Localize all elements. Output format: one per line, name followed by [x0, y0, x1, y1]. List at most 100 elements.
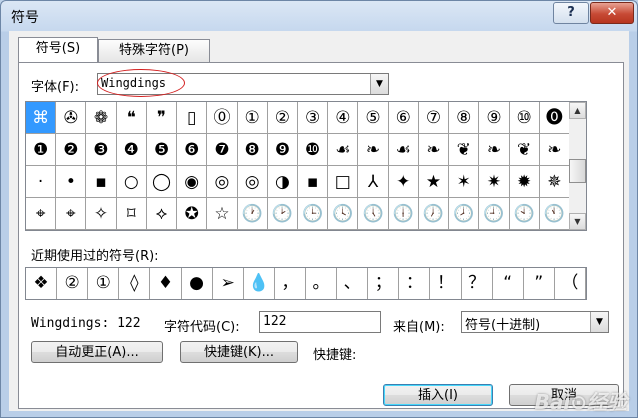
symbol-cell[interactable]: □	[328, 166, 359, 198]
symbol-cell[interactable]: ⌖	[56, 198, 87, 230]
symbol-cell[interactable]: ③	[298, 102, 329, 134]
recent-symbol-cell[interactable]: ◊	[119, 268, 151, 299]
symbol-cell[interactable]: ❧	[418, 134, 450, 166]
symbol-cell[interactable]: ⓿	[539, 102, 570, 134]
symbol-cell[interactable]: 🕒	[298, 198, 329, 230]
symbol-cell[interactable]: ④	[328, 102, 359, 134]
symbol-cell[interactable]: 🕖	[418, 198, 450, 230]
symbol-cell[interactable]: ☙	[388, 134, 419, 166]
symbol-cell[interactable]: ❦	[509, 134, 540, 166]
symbol-cell[interactable]: ◎	[207, 166, 238, 198]
symbol-cell[interactable]: ❷	[56, 134, 87, 166]
recent-symbol-cell[interactable]: ●	[182, 268, 213, 299]
recent-symbol-cell[interactable]: ！	[430, 268, 462, 299]
recent-symbol-cell[interactable]: ②	[57, 268, 89, 299]
symbol-cell[interactable]: •	[56, 166, 87, 198]
symbol-cell[interactable]: ◎	[237, 166, 268, 198]
recent-symbol-cell[interactable]: 💧	[244, 268, 275, 299]
close-button[interactable]: ✕	[590, 2, 634, 24]
symbol-cell[interactable]: ⅄	[358, 166, 389, 198]
from-dropdown-arrow-icon[interactable]: ▼	[590, 312, 608, 332]
symbol-cell[interactable]: ❧	[539, 134, 570, 166]
symbol-cell[interactable]: ✧	[86, 198, 117, 230]
symbol-cell[interactable]: ✪	[177, 198, 208, 230]
recent-symbol-cell[interactable]: ，	[275, 268, 306, 299]
shortcut-key-button[interactable]: 快捷键(K)...	[180, 341, 298, 363]
symbol-cell[interactable]: ❶	[26, 134, 57, 166]
symbol-cell[interactable]: ◯	[146, 166, 178, 198]
symbol-cell[interactable]: ⑧	[449, 102, 480, 134]
character-code-input[interactable]: 122	[259, 311, 381, 333]
tab-special-characters[interactable]: 特殊字符(P)	[98, 39, 210, 62]
symbol-cell[interactable]: ❺	[146, 134, 178, 166]
recent-symbol-cell[interactable]: （	[555, 268, 586, 299]
scroll-up-icon[interactable]: ▲	[569, 102, 586, 119]
recent-symbol-cell[interactable]: 、	[337, 268, 369, 299]
symbol-cell[interactable]: 🕙	[509, 198, 540, 230]
recent-symbol-cell[interactable]: ；	[368, 268, 400, 299]
symbol-cell[interactable]: ❸	[86, 134, 117, 166]
symbol-cell[interactable]: ☆	[207, 198, 238, 230]
symbol-cell[interactable]: ·	[26, 166, 57, 198]
symbol-cell[interactable]: 🕑	[267, 198, 298, 230]
symbol-cell[interactable]: ⑦	[418, 102, 450, 134]
symbol-cell[interactable]: ▪	[86, 166, 117, 198]
help-button[interactable]: ?	[553, 2, 589, 24]
symbol-cell[interactable]: ❧	[479, 134, 510, 166]
autocorrect-button[interactable]: 自动更正(A)...	[31, 341, 163, 363]
symbol-cell[interactable]: ⌑	[116, 198, 147, 230]
symbol-cell[interactable]: ▯	[177, 102, 208, 134]
symbol-grid-scrollbar[interactable]: ▲ ▼	[569, 101, 587, 231]
symbol-cell[interactable]: 🕘	[479, 198, 510, 230]
symbol-cell[interactable]: 🕓	[328, 198, 359, 230]
symbol-cell[interactable]: ✶	[449, 166, 480, 198]
recent-symbol-cell[interactable]: 。	[306, 268, 338, 299]
symbol-cell[interactable]: ⓪	[207, 102, 238, 134]
symbol-cell[interactable]: ❿	[298, 134, 329, 166]
scroll-thumb[interactable]	[569, 159, 586, 183]
symbol-cell[interactable]: ✇	[56, 102, 87, 134]
recent-symbol-cell[interactable]: ➢	[213, 268, 244, 299]
symbol-cell[interactable]: ❼	[207, 134, 238, 166]
recent-symbol-cell[interactable]: ①	[88, 268, 120, 299]
font-dropdown-arrow-icon[interactable]: ▼	[370, 74, 388, 94]
symbol-cell[interactable]: ⑩	[509, 102, 540, 134]
title-bar[interactable]: 符号 ? ✕	[1, 1, 637, 31]
symbol-cell[interactable]: ◑	[267, 166, 298, 198]
font-combobox[interactable]: Wingdings ▼	[97, 73, 389, 95]
tab-symbols[interactable]: 符号(S)	[18, 37, 98, 62]
symbol-cell[interactable]: ❁	[86, 102, 117, 134]
symbol-cell[interactable]: 🕔	[358, 198, 389, 230]
insert-button[interactable]: 插入(I)	[383, 384, 493, 406]
symbol-cell[interactable]: ⌖	[26, 198, 57, 230]
symbol-cell[interactable]: 🕕	[388, 198, 419, 230]
symbol-cell[interactable]: ✹	[509, 166, 540, 198]
symbol-cell[interactable]: ❻	[177, 134, 208, 166]
recent-symbol-cell[interactable]: ”	[524, 268, 555, 299]
scroll-down-icon[interactable]: ▼	[569, 213, 586, 230]
symbol-cell[interactable]: ❧	[358, 134, 389, 166]
symbol-cell[interactable]: ①	[237, 102, 268, 134]
from-combobox[interactable]: 符号(十进制) ▼	[461, 311, 609, 333]
symbol-cell[interactable]: ②	[267, 102, 298, 134]
symbol-cell[interactable]: ✷	[479, 166, 510, 198]
symbol-cell[interactable]: ◉	[177, 166, 208, 198]
symbol-cell[interactable]: ⌘	[26, 102, 57, 134]
symbol-cell[interactable]: 🕚	[539, 198, 570, 230]
symbol-cell[interactable]: ☙	[328, 134, 359, 166]
symbol-cell[interactable]: ❹	[116, 134, 147, 166]
symbol-cell[interactable]: ⟡	[146, 198, 178, 230]
symbol-cell[interactable]: ★	[418, 166, 450, 198]
symbol-cell[interactable]: ▪	[298, 166, 329, 198]
symbol-cell[interactable]: ⑥	[388, 102, 419, 134]
recent-symbol-cell[interactable]: ：	[399, 268, 431, 299]
symbol-cell[interactable]: ❦	[449, 134, 480, 166]
recent-symbol-cell[interactable]: ♦	[150, 268, 182, 299]
recent-symbol-cell[interactable]: ？	[462, 268, 493, 299]
symbol-cell[interactable]: ○	[116, 166, 147, 198]
recent-symbol-cell[interactable]: ❖	[26, 268, 58, 299]
recent-symbols-row[interactable]: ❖ ② ① ◊ ♦ ● ➢ 💧，。、；：！？ “” （	[25, 267, 587, 300]
symbol-grid[interactable]: ⌘ ✇ ❁ ❝ ❞ ▯ ⓪ ① ② ③ ④ ⑤ ⑥ ⑦ ⑧ ⑨ ⑩ ⓿ ❶ ❷ ❸ ❹ ❺ ❻ ❼ ❽ ❾ ❿ ☙ ❧ ☙ ❧ ❦ ❧ ❦ ❧ · • ▪ ○…	[25, 101, 571, 231]
symbol-cell[interactable]: ⑤	[358, 102, 389, 134]
symbol-cell[interactable]: ✵	[539, 166, 570, 198]
